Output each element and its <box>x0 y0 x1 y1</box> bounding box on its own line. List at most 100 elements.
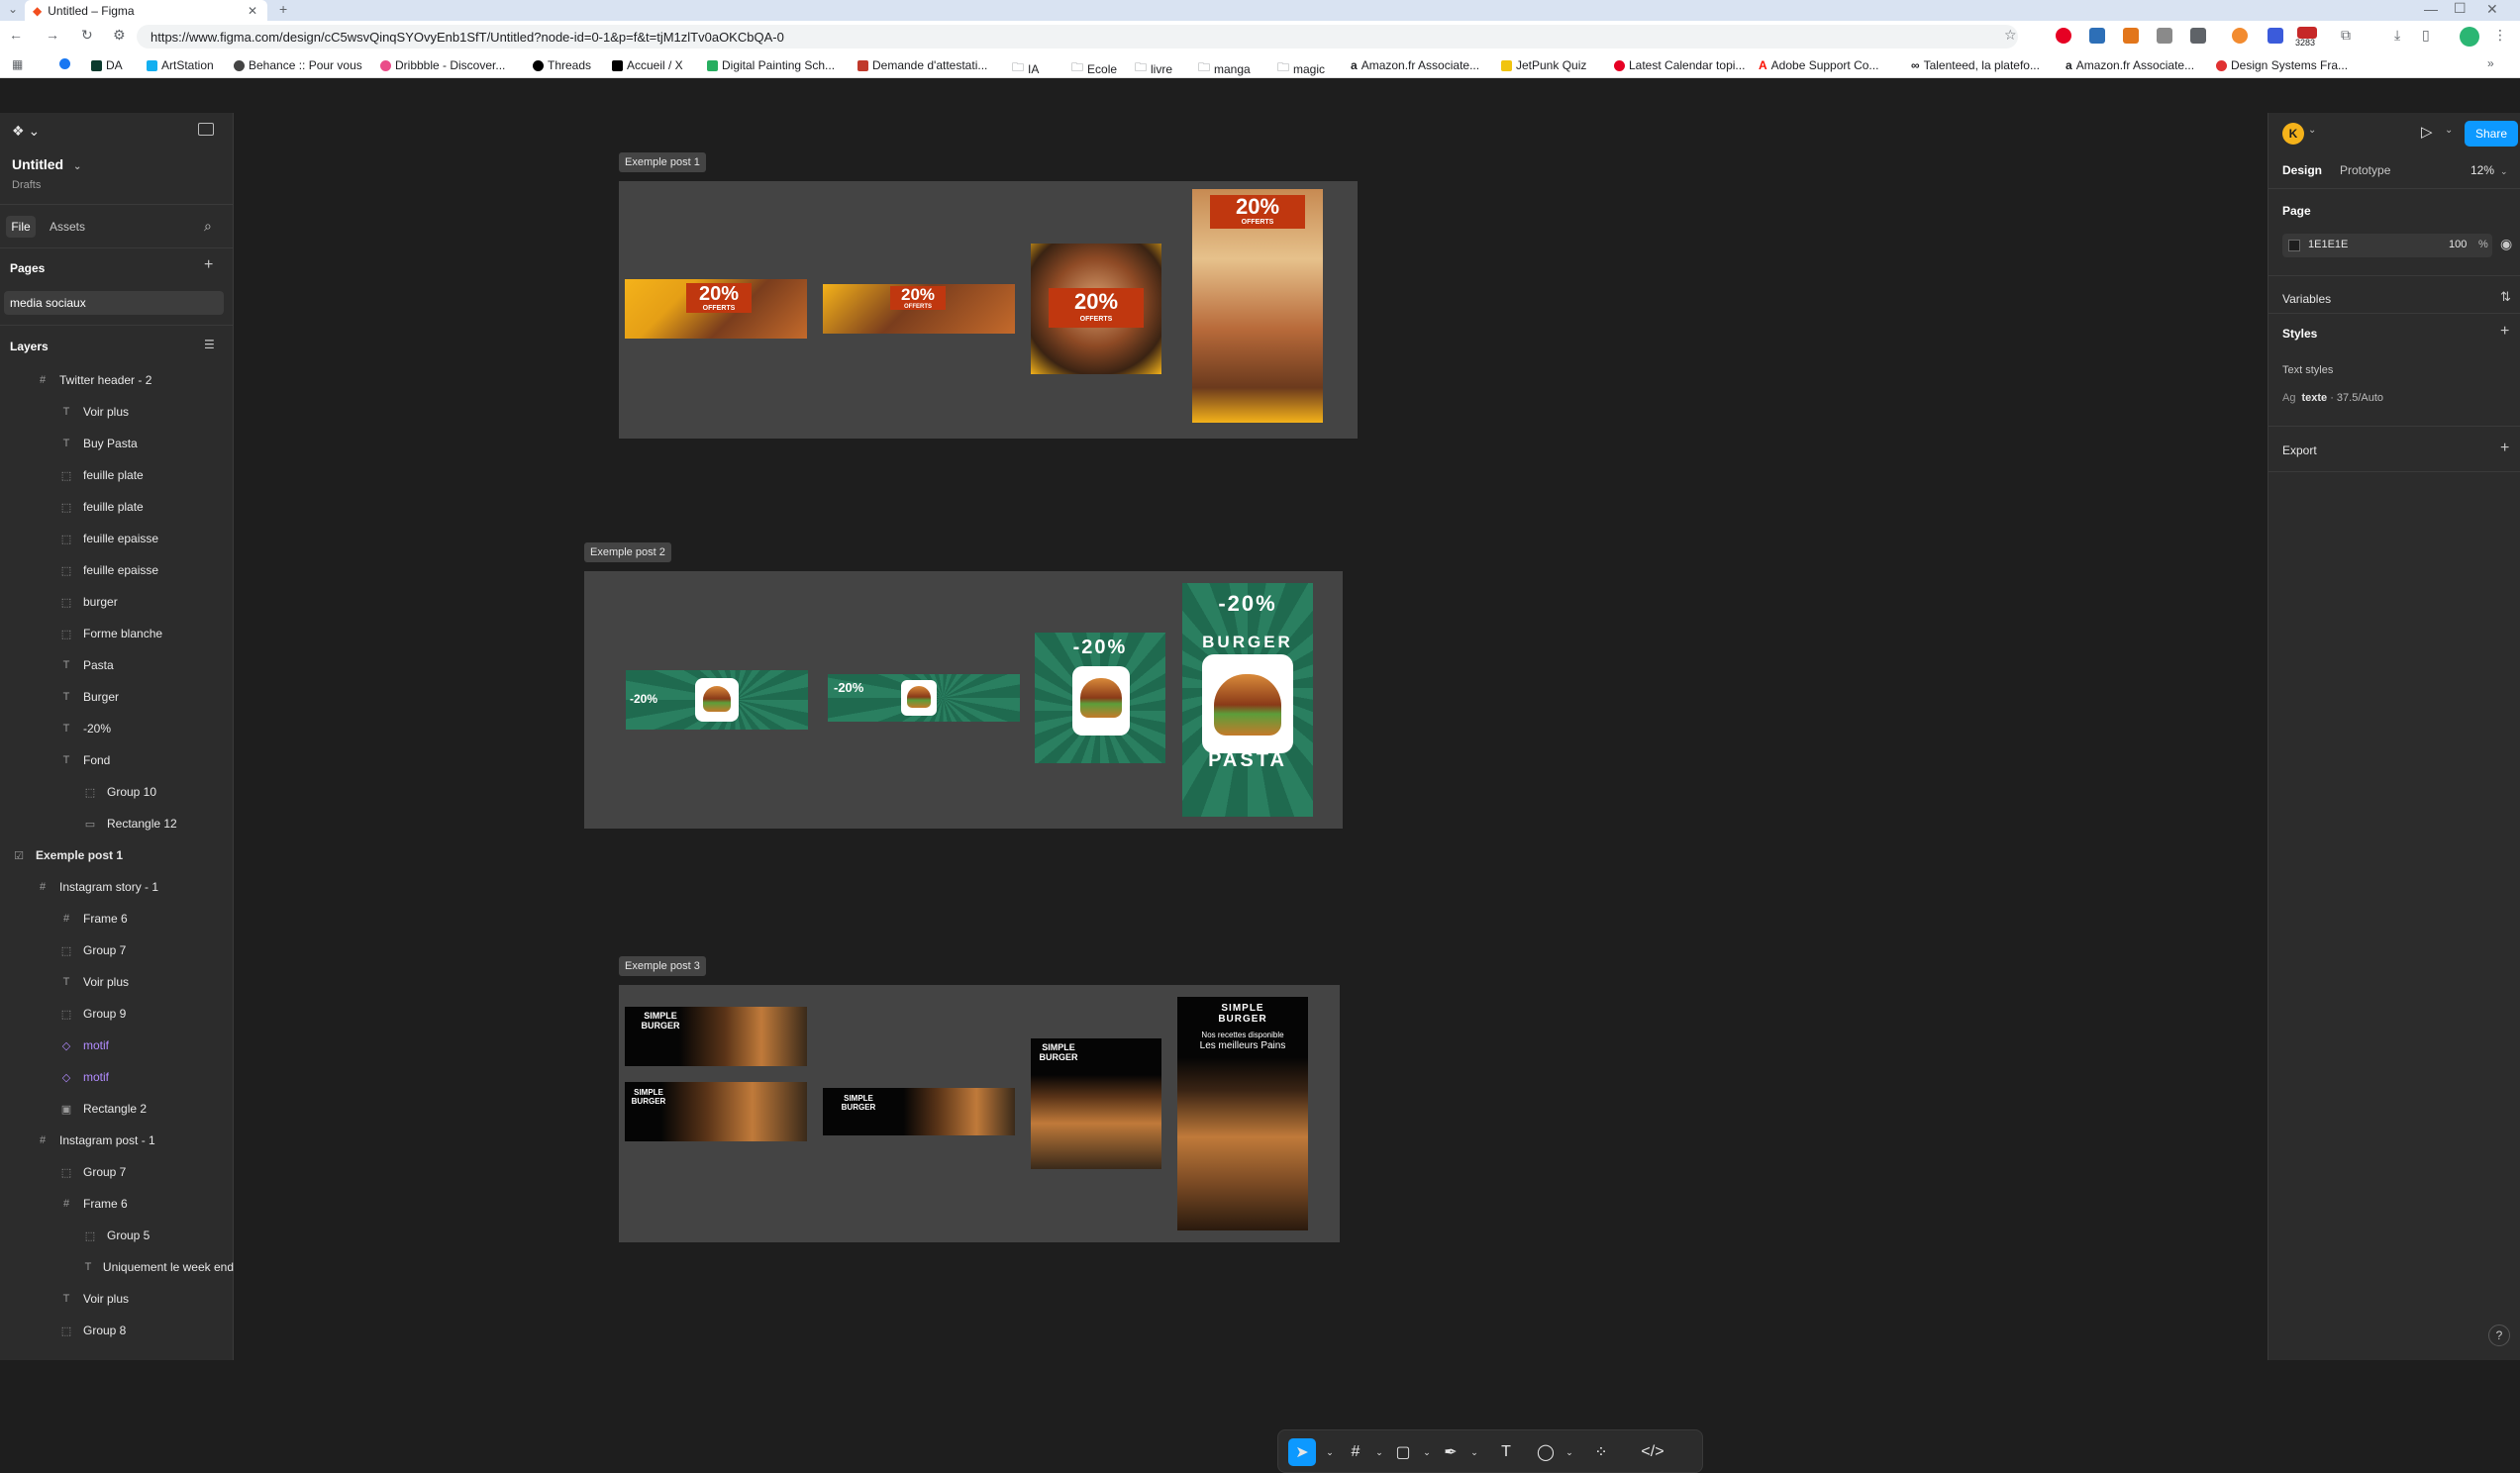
bookmark-item[interactable]: A Adobe Support Co... <box>1759 58 1878 72</box>
bookmark-item[interactable]: DA <box>91 58 123 72</box>
bookmark-item[interactable] <box>59 58 70 69</box>
bookmark-item[interactable]: Digital Painting Sch... <box>707 58 835 72</box>
layer-item[interactable]: T Voir plus <box>0 396 234 428</box>
extension-icon[interactable] <box>2157 28 2172 44</box>
reload-icon[interactable]: ↻ <box>81 27 93 44</box>
chevron-down-icon[interactable]: ⌄ <box>2445 125 2453 136</box>
layer-item[interactable]: ▭ Rectangle 12 <box>0 808 234 839</box>
profile-avatar[interactable] <box>2460 27 2479 47</box>
post1-twitter-header[interactable]: 20% OFFERTS <box>625 279 807 339</box>
bookmark-item[interactable]: a Amazon.fr Associate... <box>1351 58 1479 72</box>
back-icon[interactable]: ← <box>9 27 23 43</box>
new-tab-icon[interactable]: + <box>279 1 287 17</box>
post3-card[interactable]: SIMPLE BURGER <box>625 1082 807 1141</box>
apps-grid-icon[interactable]: ▦ <box>12 57 23 71</box>
layer-item[interactable]: ⬚ burger <box>0 586 234 618</box>
extension-icon[interactable] <box>2232 28 2248 44</box>
layer-item[interactable]: # Instagram story - 1 <box>0 871 234 903</box>
file-name[interactable]: Untitled ⌄ <box>12 156 81 172</box>
bookmark-item[interactable]: Demande d'attestati... <box>857 58 987 72</box>
layer-item[interactable]: T Buy Pasta <box>0 428 234 459</box>
layer-item[interactable]: ⬚ feuille epaisse <box>0 554 234 586</box>
post1-instagram-story[interactable]: 20% OFFERTS <box>1192 189 1323 423</box>
layer-item[interactable]: ⬚ feuille epaisse <box>0 523 234 554</box>
layer-item[interactable]: T -20% <box>0 713 234 744</box>
browser-menu-icon[interactable]: ⋮ <box>2493 27 2507 44</box>
post1-banner[interactable]: 20% OFFERTS <box>823 284 1015 334</box>
post3-card[interactable]: SIMPLE BURGER <box>625 1007 807 1066</box>
bookmark-item[interactable]: Design Systems Fra... <box>2216 58 2348 72</box>
downloads-icon[interactable]: ⤓ <box>2394 27 2400 44</box>
layer-item[interactable]: # Twitter header - 2 <box>0 364 234 396</box>
section-label[interactable]: Exemple post 1 <box>619 152 706 172</box>
bookmark-item[interactable]: Latest Calendar topi... <box>1614 58 1745 72</box>
variables-settings-icon[interactable]: ⇅ <box>2500 289 2511 305</box>
pinterest-extension-icon[interactable] <box>2056 28 2071 44</box>
section-exemple-post-3[interactable]: SIMPLE BURGER SIMPLE BURGER SIMPLE BURGER S… <box>619 985 1340 1242</box>
bookmark-folder[interactable]: 🗀 livre <box>1135 58 1172 79</box>
page-item-media-sociaux[interactable]: media sociaux <box>4 291 224 315</box>
help-icon[interactable]: ? <box>2488 1325 2510 1346</box>
share-button[interactable]: Share <box>2465 121 2518 147</box>
close-tab-icon[interactable]: ✕ <box>248 4 257 18</box>
chevron-down-icon[interactable]: ⌄ <box>1316 1438 1344 1466</box>
layer-item[interactable]: ◇ motif <box>0 1061 234 1093</box>
collapse-panel-icon[interactable] <box>198 123 214 136</box>
layer-item[interactable]: ☑ Exemple post 1 <box>0 839 234 871</box>
bookmark-item[interactable]: Dribbble - Discover... <box>380 58 505 72</box>
bookmark-folder[interactable]: 🗀 magic <box>1277 58 1325 79</box>
more-bookmarks-icon[interactable]: » <box>2487 56 2494 70</box>
layer-item[interactable]: T Uniquement le week end <box>0 1251 234 1283</box>
address-bar[interactable]: https://www.figma.com/design/cC5wsvQinqS… <box>137 25 2018 49</box>
layer-item[interactable]: T Voir plus <box>0 966 234 998</box>
layer-item[interactable]: ⬚ Group 7 <box>0 1156 234 1188</box>
canvas[interactable]: Exemple post 1 20% OFFERTS 20% OFFERTS 20%… <box>234 113 2268 1473</box>
add-page-icon[interactable]: + <box>204 256 213 274</box>
bookmark-item[interactable]: Accueil / X <box>612 58 683 72</box>
layer-item[interactable]: ⬚ Group 9 <box>0 998 234 1030</box>
bookmark-folder[interactable]: 🗀 IA <box>1012 58 1039 79</box>
extensions-puzzle-icon[interactable]: ⧉ <box>2341 27 2351 44</box>
bookmark-item[interactable]: a Amazon.fr Associate... <box>2066 58 2194 72</box>
bookmark-item[interactable]: Behance :: Pour vous <box>234 58 362 72</box>
browser-tab[interactable]: ◆ Untitled – Figma ✕ <box>25 0 267 21</box>
section-exemple-post-1[interactable]: 20% OFFERTS 20% OFFERTS 20% OFFERTS 20% OFFE… <box>619 181 1358 439</box>
sidebar-icon[interactable]: ▯ <box>2422 27 2430 44</box>
add-style-icon[interactable]: + <box>2500 323 2509 341</box>
actions-icon[interactable]: ⁘ <box>1587 1438 1615 1466</box>
bookmark-item[interactable]: ArtStation <box>147 58 214 72</box>
layer-item[interactable]: # Frame 6 <box>0 903 234 934</box>
layer-item[interactable]: ⬚ feuille plate <box>0 491 234 523</box>
bookmark-folder[interactable]: 🗀 Ecole <box>1071 58 1117 79</box>
layer-item[interactable]: # Instagram post - 1 <box>0 1125 234 1156</box>
extension-icon[interactable] <box>2089 28 2105 44</box>
chevron-down-icon[interactable]: ⌄ <box>1461 1438 1488 1466</box>
export-title[interactable]: Export <box>2282 443 2317 457</box>
post2-instagram-story[interactable]: -20% BURGER PASTA <box>1182 583 1313 817</box>
layer-item[interactable]: # Frame 6 <box>0 1188 234 1220</box>
move-tool-icon[interactable]: ➤ <box>1288 1438 1316 1466</box>
layer-item[interactable]: T Burger <box>0 681 234 713</box>
variables-title[interactable]: Variables <box>2282 292 2331 306</box>
user-avatar[interactable]: K <box>2282 123 2304 145</box>
present-play-icon[interactable]: ▷ <box>2421 123 2433 141</box>
post2-banner[interactable]: -20% <box>828 674 1020 722</box>
extension-icon[interactable] <box>2268 28 2283 44</box>
layer-item[interactable]: T Pasta <box>0 649 234 681</box>
layer-item[interactable]: ⬚ Forme blanche <box>0 618 234 649</box>
section-label[interactable]: Exemple post 2 <box>584 542 671 562</box>
tab-prototype[interactable]: Prototype <box>2340 163 2390 177</box>
chevron-down-icon[interactable]: ⌄ <box>2308 125 2316 136</box>
tab-assets[interactable]: Assets <box>50 220 85 234</box>
tab-file[interactable]: File <box>6 216 36 238</box>
layer-item[interactable]: ⬚ Group 10 <box>0 776 234 808</box>
text-style-item[interactable]: Ag texte · 37.5/Auto <box>2282 392 2383 404</box>
layer-item[interactable]: T Voir plus <box>0 1283 234 1315</box>
section-label[interactable]: Exemple post 3 <box>619 956 706 976</box>
search-icon[interactable]: ⌕ <box>204 218 212 235</box>
close-window-icon[interactable]: ✕ <box>2486 1 2498 18</box>
add-export-icon[interactable]: + <box>2500 440 2509 457</box>
forward-icon[interactable]: → <box>46 27 59 43</box>
layer-item[interactable]: T Fond <box>0 744 234 776</box>
layer-item[interactable]: ⬚ Group 7 <box>0 934 234 966</box>
